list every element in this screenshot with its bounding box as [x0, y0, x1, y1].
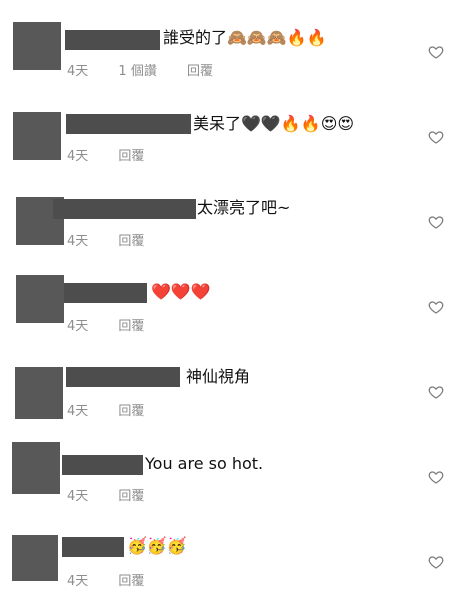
username-redacted[interactable] — [64, 283, 147, 303]
username-redacted[interactable] — [62, 455, 143, 475]
comment-time: 4天 — [67, 234, 89, 249]
username-redacted[interactable] — [62, 537, 124, 557]
avatar[interactable] — [15, 367, 63, 419]
like-heart-icon[interactable] — [428, 384, 444, 400]
reply-button[interactable]: 回覆 — [118, 489, 144, 504]
reply-button[interactable]: 回覆 — [187, 64, 213, 79]
like-heart-icon[interactable] — [428, 299, 444, 315]
comment-item: 美呆了🖤🖤🔥🔥😍😍 4天 回覆 — [0, 85, 474, 165]
comment-text: 🥳🥳🥳 — [127, 536, 187, 555]
comment-time: 4天 — [67, 64, 89, 79]
avatar[interactable] — [12, 442, 60, 494]
username-redacted[interactable] — [66, 114, 191, 134]
avatar[interactable] — [13, 22, 61, 70]
avatar[interactable] — [12, 535, 58, 581]
avatar[interactable] — [13, 112, 61, 160]
like-heart-icon[interactable] — [428, 214, 444, 230]
comment-time: 4天 — [67, 319, 89, 334]
comment-text: 太漂亮了吧~ — [197, 198, 291, 217]
like-heart-icon[interactable] — [428, 469, 444, 485]
comment-item: 誰受的了🙈🙈🙈🔥🔥 4天 1 個讚 回覆 — [0, 0, 474, 80]
reply-button[interactable]: 回覆 — [118, 149, 144, 164]
reply-button[interactable]: 回覆 — [118, 234, 144, 249]
comment-text: 神仙視角 — [186, 367, 251, 386]
comment-item: You are so hot. 4天 回覆 — [0, 425, 474, 505]
reply-button[interactable]: 回覆 — [118, 574, 144, 589]
like-heart-icon[interactable] — [428, 554, 444, 570]
comment-text: ❤️❤️❤️ — [151, 282, 211, 301]
avatar[interactable] — [16, 275, 64, 323]
comment-time: 4天 — [67, 574, 89, 589]
comment-text: 美呆了🖤🖤🔥🔥😍😍 — [193, 114, 355, 133]
comment-time: 4天 — [67, 489, 89, 504]
comment-item: ❤️❤️❤️ 4天 回覆 — [0, 255, 474, 335]
reply-button[interactable]: 回覆 — [118, 404, 144, 419]
like-heart-icon[interactable] — [428, 44, 444, 60]
username-redacted[interactable] — [65, 30, 160, 50]
comment-item: 🥳🥳🥳 4天 回覆 — [0, 510, 474, 590]
username-redacted[interactable] — [66, 367, 180, 387]
reply-button[interactable]: 回覆 — [118, 319, 144, 334]
username-redacted[interactable] — [53, 199, 196, 219]
like-heart-icon[interactable] — [428, 129, 444, 145]
comment-item: 神仙視角 4天 回覆 — [0, 340, 474, 420]
like-count[interactable]: 1 個讚 — [118, 64, 156, 79]
comment-text: 誰受的了🙈🙈🙈🔥🔥 — [163, 28, 327, 47]
comment-time: 4天 — [67, 149, 89, 164]
comment-item: 太漂亮了吧~ 4天 回覆 — [0, 170, 474, 250]
comment-time: 4天 — [67, 404, 89, 419]
comment-text: You are so hot. — [145, 454, 264, 473]
